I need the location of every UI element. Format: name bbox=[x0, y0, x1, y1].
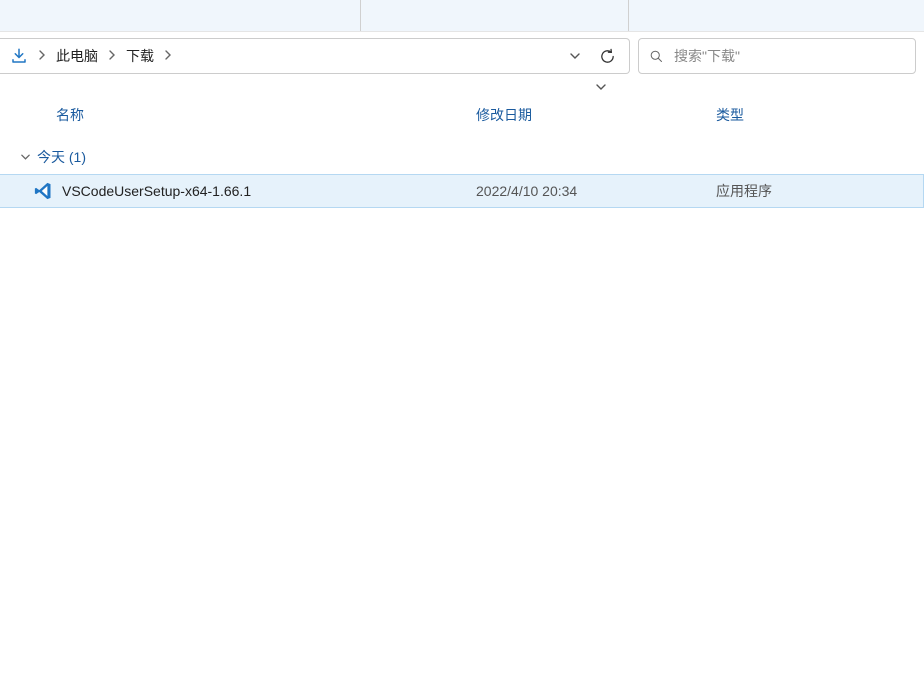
file-row[interactable]: VSCodeUserSetup-x64-1.66.1 2022/4/10 20:… bbox=[0, 174, 924, 208]
file-type: 应用程序 bbox=[716, 181, 923, 201]
chevron-right-icon bbox=[108, 50, 116, 63]
toolbar-toggle-row bbox=[0, 80, 924, 100]
search-icon bbox=[649, 49, 664, 64]
toolbar-dropdown-button[interactable] bbox=[590, 78, 612, 96]
tabs-bar bbox=[0, 0, 924, 32]
column-header-name[interactable]: 名称 bbox=[56, 105, 476, 125]
chevron-down-icon bbox=[20, 153, 31, 161]
column-header-type[interactable]: 类型 bbox=[716, 105, 924, 125]
breadcrumb-item-downloads[interactable]: 下载 bbox=[122, 42, 158, 70]
search-input[interactable] bbox=[674, 48, 905, 64]
address-row: 此电脑 下载 bbox=[0, 32, 924, 80]
file-date: 2022/4/10 20:34 bbox=[476, 183, 716, 199]
columns-header: 名称 修改日期 类型 bbox=[0, 100, 924, 130]
file-name: VSCodeUserSetup-x64-1.66.1 bbox=[62, 183, 476, 199]
group-label: 今天 (1) bbox=[37, 147, 86, 167]
address-bar[interactable]: 此电脑 下载 bbox=[0, 38, 630, 74]
breadcrumb[interactable]: 此电脑 下载 bbox=[0, 39, 561, 73]
downloads-icon bbox=[8, 47, 30, 65]
refresh-button[interactable] bbox=[589, 39, 625, 73]
history-dropdown[interactable] bbox=[561, 39, 589, 73]
search-box[interactable] bbox=[638, 38, 916, 74]
breadcrumb-item-computer[interactable]: 此电脑 bbox=[52, 42, 102, 70]
group-header-today[interactable]: 今天 (1) bbox=[0, 140, 924, 174]
vscode-icon bbox=[32, 180, 54, 202]
chevron-right-icon bbox=[38, 50, 46, 63]
chevron-right-icon bbox=[164, 50, 172, 63]
column-header-date[interactable]: 修改日期 bbox=[476, 105, 716, 125]
